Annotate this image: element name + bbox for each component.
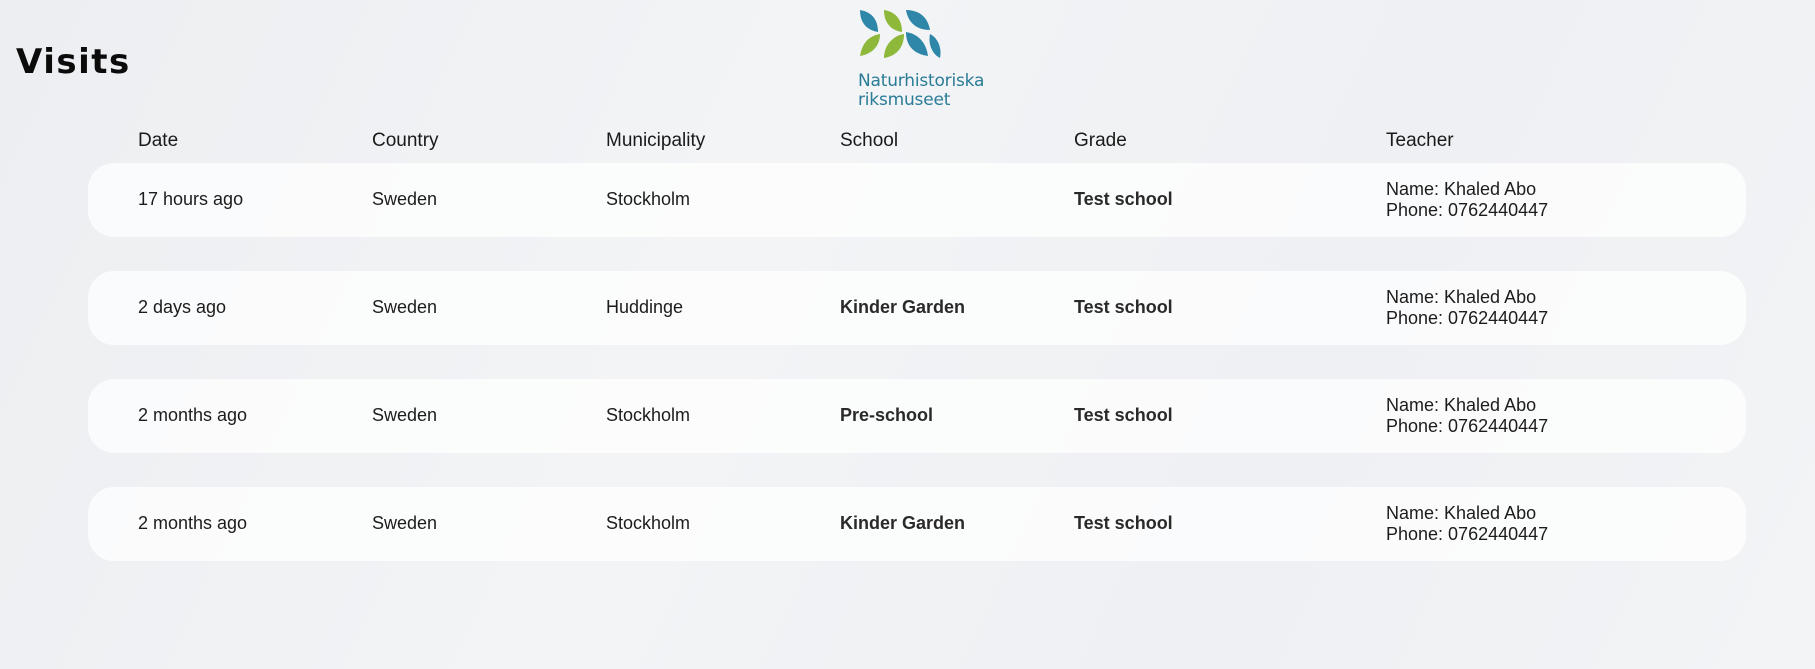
museum-logo: Naturhistoriska riksmuseet [858, 8, 998, 114]
visit-municipality: Stockholm [606, 513, 691, 533]
visit-grade: Test school [1074, 513, 1173, 533]
visit-municipality: Stockholm [606, 405, 691, 425]
teacher-phone: Phone: 0762440447 [1386, 524, 1549, 544]
visit-grade: Test school [1074, 405, 1173, 425]
header-country: Country [372, 130, 439, 151]
visit-date: 17 hours ago [138, 189, 244, 209]
header-municipality: Municipality [606, 130, 706, 151]
visit-school: Kinder Garden [840, 513, 966, 533]
visits-list: 17 hours ago Sweden Stockholm Test schoo… [88, 163, 1746, 595]
visit-municipality: Huddinge [606, 297, 684, 317]
visit-teacher: Name: Khaled Abo Phone: 0762440447 [1386, 503, 1548, 545]
table-row[interactable]: 2 months ago Sweden Stockholm Pre-school… [88, 379, 1746, 453]
teacher-phone: Phone: 0762440447 [1386, 200, 1549, 220]
visit-school: Kinder Garden [840, 297, 966, 317]
page-title: Visits [16, 42, 131, 82]
table-row[interactable]: 17 hours ago Sweden Stockholm Test schoo… [88, 163, 1746, 237]
teacher-name: Name: Khaled Abo [1386, 287, 1537, 307]
logo-line-2: riksmuseet [858, 90, 951, 110]
teacher-phone: Phone: 0762440447 [1386, 416, 1549, 436]
visit-country: Sweden [372, 405, 438, 425]
visit-country: Sweden [372, 513, 438, 533]
visit-municipality: Stockholm [606, 189, 691, 209]
visit-teacher: Name: Khaled Abo Phone: 0762440447 [1386, 179, 1548, 221]
teacher-phone: Phone: 0762440447 [1386, 308, 1549, 328]
visit-grade: Test school [1074, 189, 1173, 209]
logo-line-1: Naturhistoriska [858, 71, 985, 91]
visit-country: Sweden [372, 297, 438, 317]
leaf-mark-icon [860, 10, 941, 58]
teacher-name: Name: Khaled Abo [1386, 179, 1537, 199]
header-date: Date [138, 130, 179, 151]
visit-school: Pre-school [840, 405, 934, 425]
visit-grade: Test school [1074, 297, 1173, 317]
visit-teacher: Name: Khaled Abo Phone: 0762440447 [1386, 287, 1548, 329]
header-school: School [840, 130, 899, 151]
table-header: Date Country Municipality School Grade T… [88, 130, 1746, 154]
logo-wordmark: Naturhistoriska riksmuseet [858, 72, 984, 110]
header-grade: Grade [1074, 130, 1127, 151]
visit-teacher: Name: Khaled Abo Phone: 0762440447 [1386, 395, 1548, 437]
visit-country: Sweden [372, 189, 438, 209]
header-teacher: Teacher [1386, 130, 1454, 151]
visit-date: 2 days ago [138, 297, 227, 317]
table-row[interactable]: 2 months ago Sweden Stockholm Kinder Gar… [88, 487, 1746, 561]
table-row[interactable]: 2 days ago Sweden Huddinge Kinder Garden… [88, 271, 1746, 345]
teacher-name: Name: Khaled Abo [1386, 395, 1537, 415]
visit-date: 2 months ago [138, 513, 248, 533]
teacher-name: Name: Khaled Abo [1386, 503, 1537, 523]
visit-date: 2 months ago [138, 405, 248, 425]
